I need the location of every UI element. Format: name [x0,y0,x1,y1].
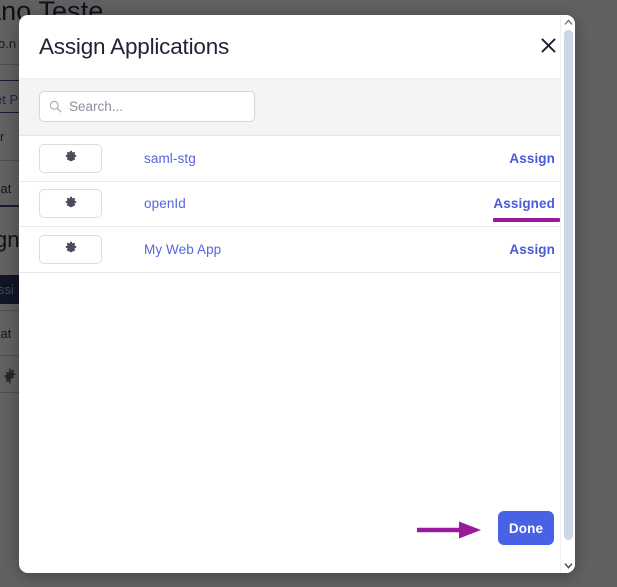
dialog-scrollbar[interactable] [560,15,575,573]
done-button[interactable]: Done [498,511,554,545]
gear-icon[interactable] [39,235,102,264]
close-icon[interactable] [535,32,561,58]
search-icon [49,100,62,113]
table-row: My Web App Assign [19,227,575,273]
dialog-title: Assign Applications [39,34,229,60]
dialog-header: Assign Applications [19,15,575,78]
assigned-status-label: Assigned [493,196,555,211]
search-toolbar [19,78,575,136]
application-name-link[interactable]: saml-stg [144,151,196,166]
assigned-status-link[interactable]: Assigned [493,196,555,211]
scrollbar-thumb[interactable] [564,30,573,540]
chevron-down-icon[interactable] [561,558,576,573]
dialog-footer: Done [19,497,575,573]
annotation-underline [493,218,560,222]
scrollbar-track[interactable] [561,30,576,558]
application-list: saml-stg Assign openId Assign [19,136,575,497]
assign-applications-dialog: Assign Applications [19,15,575,573]
chevron-up-icon[interactable] [561,15,576,30]
assign-action-link[interactable]: Assign [509,242,555,257]
search-box[interactable] [39,91,255,122]
table-row: saml-stg Assign [19,136,575,182]
annotation-arrow [415,519,483,541]
application-name-link[interactable]: openId [144,196,186,211]
page-root: ano Teste o.n et P r cat gn ssi cat Assi… [0,0,617,587]
application-name-link[interactable]: My Web App [144,242,221,257]
assign-action-link[interactable]: Assign [509,151,555,166]
gear-icon[interactable] [39,144,102,173]
table-row: openId Assigned [19,182,575,228]
gear-icon[interactable] [39,189,102,218]
search-input[interactable] [69,99,246,114]
